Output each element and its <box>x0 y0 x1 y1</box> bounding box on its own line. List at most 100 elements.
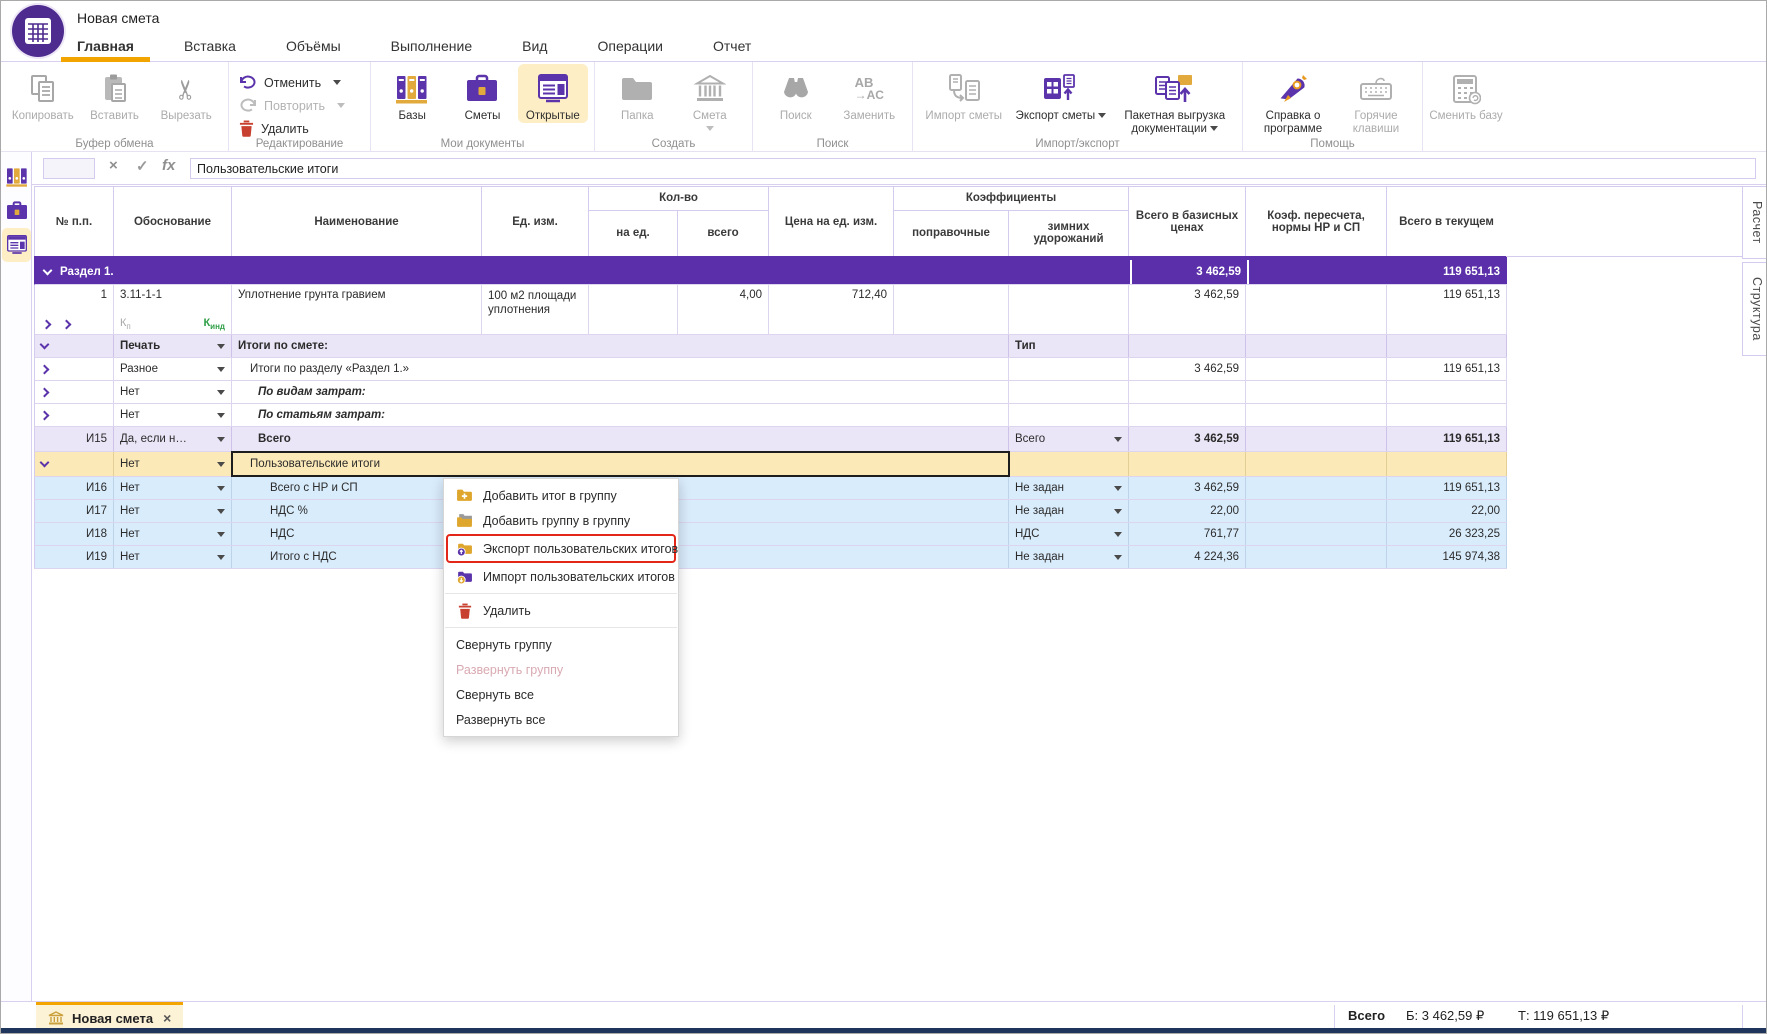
print-mode-value[interactable]: Да, если н… <box>120 433 187 445</box>
print-dropdown-icon[interactable] <box>217 486 225 491</box>
print-mode-value[interactable]: Нет <box>120 458 140 470</box>
scissors-icon: ✂ <box>175 68 198 110</box>
print-mode-value[interactable]: Нет <box>120 505 140 517</box>
expand-icon[interactable] <box>40 387 50 397</box>
type-dropdown-icon[interactable] <box>1114 486 1122 491</box>
print-mode-value[interactable]: Нет <box>120 409 140 421</box>
delete-button[interactable]: Удалить <box>235 118 363 139</box>
menu-item-delete[interactable]: Удалить <box>444 598 678 623</box>
print-dropdown-icon[interactable] <box>217 509 225 514</box>
formula-cancel-icon[interactable]: × <box>109 157 118 174</box>
close-tab-icon[interactable]: × <box>163 1010 171 1026</box>
bases-mini-icon <box>5 165 29 189</box>
estimates-button[interactable]: Сметы <box>447 64 517 123</box>
kp-coefficient[interactable]: Кп <box>120 317 131 331</box>
type-dropdown-icon[interactable] <box>1114 555 1122 560</box>
tab-calculation[interactable]: Расчет <box>1742 186 1767 259</box>
opened-mini-icon <box>5 234 29 256</box>
print-dropdown-icon[interactable] <box>217 390 225 395</box>
print-dropdown-icon[interactable] <box>217 462 225 467</box>
sidebar-estimates-button[interactable] <box>1 194 32 228</box>
export-estimate-button[interactable]: Экспорт сметы <box>1008 64 1113 123</box>
app-logo-icon[interactable] <box>12 5 64 57</box>
bases-button[interactable]: Базы <box>377 64 447 123</box>
document-tab[interactable]: Новая смета × <box>36 1002 183 1031</box>
type-value[interactable]: Не задан <box>1015 482 1064 494</box>
total-row-i17[interactable]: И17 Нет НДС % Не задан 22,00 22,00 <box>34 500 1507 523</box>
menu-item-add-total[interactable]: Добавить итог в группу <box>444 483 678 508</box>
menu-item-expand-all[interactable]: Развернуть все <box>444 707 678 732</box>
kind-coefficient[interactable]: Кинд <box>203 317 225 331</box>
left-sidebar <box>1 152 32 1031</box>
menu-item-add-group[interactable]: Добавить группу в группу <box>444 508 678 533</box>
expand-icon[interactable] <box>40 364 50 374</box>
print-dropdown-icon[interactable] <box>217 344 225 349</box>
menu-item-import-user-totals[interactable]: Импорт пользовательских итогов <box>444 564 678 589</box>
total-row-i19[interactable]: И19 Нет Итого с НДС Не задан 4 224,36 14… <box>34 546 1507 569</box>
type-column-label: Тип <box>1009 335 1129 357</box>
print-mode-value[interactable]: Нет <box>120 528 140 540</box>
opened-button[interactable]: Открытые <box>518 64 588 123</box>
print-dropdown-icon[interactable] <box>217 413 225 418</box>
menu-item-collapse-all[interactable]: Свернуть все <box>444 682 678 707</box>
type-value[interactable]: НДС <box>1015 528 1039 540</box>
formula-input[interactable]: Пользовательские итоги <box>190 158 1756 179</box>
total-row-i18[interactable]: И18 Нет НДС НДС 761,77 26 323,25 <box>34 523 1507 546</box>
formula-apply-icon[interactable]: ✓ <box>136 157 149 175</box>
item-row[interactable]: 1 3.11-1-1 Кп Кинд Уплотнение грунта гра… <box>34 285 1507 335</box>
undo-button[interactable]: Отменить <box>235 72 363 93</box>
by-cost-types-row[interactable]: Нет По видам затрат: <box>34 381 1507 404</box>
expand-icon[interactable] <box>40 410 50 420</box>
by-cost-items-row[interactable]: Нет По статьям затрат: <box>34 404 1507 427</box>
type-dropdown-icon[interactable] <box>1114 509 1122 514</box>
menu-item-export-user-totals[interactable]: Экспорт пользовательских итогов <box>448 536 674 561</box>
item-unit-price: 712,40 <box>769 285 894 334</box>
type-value[interactable]: Всего <box>1015 433 1045 445</box>
type-value[interactable]: Не задан <box>1015 551 1064 563</box>
total-row-i15[interactable]: И15 Да, если н… Всего Всего 3 462,59 119… <box>34 427 1507 452</box>
print-mode-value[interactable]: Нет <box>120 482 140 494</box>
tab-report[interactable]: Отчет <box>713 38 751 54</box>
print-dropdown-icon[interactable] <box>217 367 225 372</box>
undo-dropdown-icon[interactable] <box>333 80 341 85</box>
type-dropdown-icon[interactable] <box>1114 532 1122 537</box>
section-totals-row[interactable]: Разное Итоги по разделу «Раздел 1.» 3 46… <box>34 358 1507 381</box>
tab-volumes[interactable]: Объёмы <box>286 38 341 54</box>
export-estimate-dropdown-icon[interactable] <box>1098 113 1106 118</box>
print-dropdown-icon[interactable] <box>217 437 225 442</box>
type-dropdown-icon[interactable] <box>1114 437 1122 442</box>
tab-insert[interactable]: Вставка <box>184 38 236 54</box>
print-mode-value[interactable]: Нет <box>120 386 140 398</box>
sidebar-opened-button[interactable] <box>2 228 31 262</box>
collapse-group-icon[interactable] <box>40 458 50 468</box>
section-row[interactable]: Раздел 1. 3 462,59 119 651,13 <box>34 260 1507 285</box>
print-mode-value[interactable]: Разное <box>120 363 158 375</box>
collapse-totals-icon[interactable] <box>40 340 50 350</box>
menu-item-collapse-group[interactable]: Свернуть группу <box>444 632 678 657</box>
col-header-unit-price: Цена на ед. изм. <box>769 187 894 256</box>
tab-structure[interactable]: Структура <box>1742 262 1767 356</box>
total-row-i16[interactable]: И16 Нет Всего с НР и СП Не задан 3 462,5… <box>34 477 1507 500</box>
print-dropdown-icon[interactable] <box>217 532 225 537</box>
type-value[interactable]: Не задан <box>1015 505 1064 517</box>
print-mode-value[interactable]: Печать <box>120 340 160 352</box>
selected-cell-user-totals[interactable]: Пользовательские итоги <box>232 452 1009 476</box>
collapse-section-icon[interactable] <box>43 266 53 276</box>
tab-execution[interactable]: Выполнение <box>391 38 472 54</box>
batch-export-button[interactable]: Пакетная выгрузка документации <box>1113 64 1236 136</box>
tab-view[interactable]: Вид <box>522 38 547 54</box>
tab-home[interactable]: Главная <box>77 38 134 54</box>
print-mode-value[interactable]: Нет <box>120 551 140 563</box>
batch-export-dropdown-icon[interactable] <box>1210 126 1218 131</box>
print-dropdown-icon[interactable] <box>217 555 225 560</box>
tab-operations[interactable]: Операции <box>597 38 663 54</box>
totals-summary-row[interactable]: Печать Итоги по смете: Тип <box>34 335 1507 358</box>
item-expand-icon-1[interactable] <box>42 320 52 330</box>
row-id: И15 <box>35 427 114 451</box>
ribbon-group-misc: Сменить базу <box>1423 62 1515 151</box>
help-about-button[interactable]: Справка о программе <box>1249 64 1337 136</box>
cell-reference-box[interactable] <box>43 158 95 179</box>
sidebar-bases-button[interactable] <box>1 160 32 194</box>
item-expand-icon-2[interactable] <box>62 320 72 330</box>
user-totals-row-selected[interactable]: Нет Пользовательские итоги <box>34 452 1507 477</box>
